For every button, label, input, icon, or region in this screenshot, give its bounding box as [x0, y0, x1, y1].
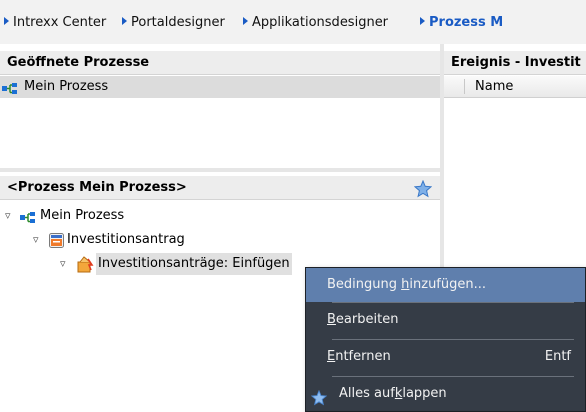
- tree-node-investitionsantraege-einfuegen[interactable]: ▿ Investitionsanträge: Einfügen: [0, 253, 340, 275]
- label-text: inzufügen...: [409, 277, 487, 292]
- nav-item-intrexx-center[interactable]: Intrexx Center: [4, 15, 106, 31]
- tree-node-label: Mein Prozess: [40, 208, 125, 223]
- tree-node-label: Investitionsantrag: [67, 232, 185, 247]
- arrow-right-icon: [4, 17, 9, 25]
- name-column-label: Name: [475, 79, 514, 94]
- label-text: Bedingung: [327, 277, 402, 292]
- label-text: lappen: [402, 386, 447, 401]
- name-column-header[interactable]: Name: [444, 76, 586, 98]
- menu-item-label: Alles aufklappen: [339, 377, 447, 411]
- process-tree-header: <Prozess Mein Prozess>: [0, 176, 440, 200]
- nav-item-portaldesigner[interactable]: Portaldesigner: [122, 15, 225, 31]
- menu-item-shortcut: Entf: [544, 349, 571, 364]
- label-text: Alles auf: [339, 386, 395, 401]
- open-process-item[interactable]: Mein Prozess: [0, 76, 440, 98]
- app-window: Intrexx Center Portaldesigner Applikatio…: [0, 0, 586, 412]
- open-process-label: Mein Prozess: [24, 79, 109, 94]
- nav-item-label: Prozess M: [429, 15, 504, 30]
- tree-node-investitionsantrag[interactable]: ▿ Investitionsantrag: [0, 229, 300, 251]
- tree-node-root[interactable]: ▿ Mein Prozess: [0, 205, 300, 227]
- menu-item-add-condition[interactable]: Bedingung hinzufügen...: [306, 268, 585, 302]
- event-panel-header: Ereignis - Investit: [444, 51, 586, 75]
- menu-item-label: Entfernen: [327, 340, 391, 374]
- label-text: earbeiten: [335, 312, 399, 327]
- menu-item-edit[interactable]: Bearbeiten: [306, 303, 585, 337]
- mnemonic: E: [327, 349, 336, 364]
- arrow-right-icon: [420, 17, 425, 25]
- favorite-star-icon[interactable]: [413, 179, 433, 202]
- nav-item-applikationsdesigner[interactable]: Applikationsdesigner: [243, 15, 388, 31]
- column-separator: [464, 79, 465, 94]
- context-menu: Bedingung hinzufügen... Bearbeiten Entfe…: [305, 267, 586, 412]
- top-navigation: Intrexx Center Portaldesigner Applikatio…: [0, 0, 586, 44]
- menu-item-label: Bedingung hinzufügen...: [327, 268, 486, 302]
- collapse-toggle-icon[interactable]: ▿: [60, 253, 66, 275]
- tree-node-label: Investitionsanträge: Einfügen: [96, 253, 292, 275]
- process-icon: [2, 81, 18, 103]
- menu-item-label: Bearbeiten: [327, 303, 398, 337]
- menu-item-remove[interactable]: Entfernen Entf: [306, 340, 585, 374]
- nav-item-label: Intrexx Center: [13, 15, 107, 30]
- event-handler-icon: [77, 256, 94, 281]
- nav-item-label: Applikationsdesigner: [252, 15, 389, 30]
- star-icon: [310, 386, 328, 412]
- horizontal-splitter[interactable]: [0, 168, 440, 172]
- collapse-toggle-icon[interactable]: ▿: [5, 205, 11, 227]
- arrow-right-icon: [122, 17, 127, 25]
- collapse-toggle-icon[interactable]: ▿: [33, 229, 39, 251]
- open-processes-header: Geöffnete Prozesse: [0, 51, 440, 75]
- mnemonic: B: [327, 312, 336, 327]
- nav-item-prozessdesigner[interactable]: Prozess M: [420, 15, 503, 31]
- arrow-right-icon: [243, 17, 248, 25]
- nav-item-label: Portaldesigner: [131, 15, 225, 30]
- menu-item-expand-all[interactable]: Alles aufklappen: [306, 377, 585, 411]
- label-text: ntfernen: [335, 349, 391, 364]
